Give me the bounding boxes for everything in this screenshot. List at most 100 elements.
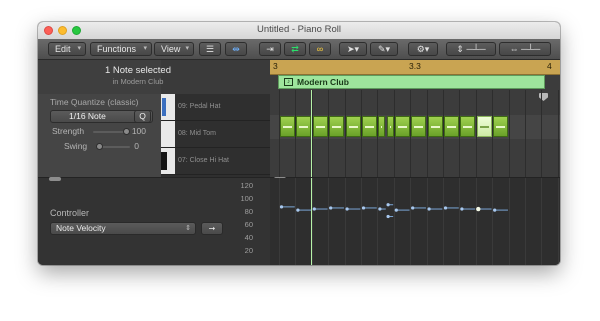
velocity-handle[interactable] — [460, 207, 464, 211]
settings-menu-button[interactable]: ⚙▾ — [408, 42, 438, 56]
link-button[interactable]: ∞ — [309, 42, 331, 56]
velocity-handle[interactable] — [386, 214, 390, 219]
velocity-handle[interactable] — [279, 205, 284, 209]
edit-menu-button[interactable]: Edit ▾ — [48, 42, 86, 56]
velocity-handle[interactable] — [312, 207, 316, 211]
view-menu-label: View — [161, 44, 181, 54]
horizontal-zoom-icon: ⇔ ─┴─ — [509, 44, 541, 54]
swing-label: Swing — [64, 141, 88, 151]
inspector-top: 1 Note selected in Modern Club Time Quan… — [38, 60, 171, 178]
controller-area: Controller Note Velocity ⇕ ➞ 120 100 80 … — [38, 177, 560, 265]
ruler-label-end: 4 — [547, 61, 552, 71]
pencil-tool-menu[interactable]: ✎▾ — [370, 42, 398, 56]
region-header[interactable]: ♪ Modern Club — [278, 75, 545, 89]
quantize-value: 1/16 Note — [69, 111, 106, 121]
velocity-plot[interactable] — [270, 178, 560, 265]
controller-selected: Note Velocity — [56, 223, 106, 233]
updown-chevron-icon: ⇕ — [185, 225, 191, 232]
catch-playhead-button[interactable]: ⇹ — [225, 42, 247, 56]
velocity-handle[interactable] — [296, 208, 300, 212]
note-velocity-bar — [381, 126, 382, 128]
arrow-right-icon: ➞ — [208, 224, 216, 233]
midi-note[interactable] — [460, 116, 475, 137]
midi-note[interactable] — [329, 116, 344, 137]
selection-title: 1 Note selected — [104, 65, 171, 76]
vertical-zoom-icon: ⇕ ─┴─ — [456, 44, 486, 54]
midi-note[interactable] — [387, 116, 394, 137]
chevron-down-icon: ▾ — [185, 45, 189, 52]
region-name: Modern Club — [297, 77, 349, 87]
selected-note[interactable] — [477, 116, 492, 137]
vertical-zoom-slider[interactable]: ⇕ ─┴─ — [446, 42, 496, 56]
key-row[interactable]: 09: Pedal Hat — [161, 94, 270, 121]
midi-note[interactable] — [444, 116, 459, 137]
note-velocity-bar — [283, 126, 292, 128]
piano-keyboard: 09: Pedal Hat 08: Mid Tom 07: Close Hi H… — [161, 94, 270, 177]
midi-out-button[interactable]: ⇄ — [284, 42, 306, 56]
midi-in-button[interactable]: ⇥ — [259, 42, 281, 56]
midi-note[interactable] — [378, 116, 385, 137]
controller-select[interactable]: Note Velocity ⇕ — [50, 222, 196, 235]
velocity-handle[interactable] — [443, 206, 448, 210]
midi-note[interactable] — [362, 116, 377, 137]
black-key[interactable] — [162, 98, 166, 116]
velocity-handle[interactable] — [493, 208, 497, 212]
key-row[interactable]: 08: Mid Tom — [161, 121, 270, 148]
velocity-tick: 80 — [244, 207, 253, 216]
bar-ruler[interactable]: 3 3.3 4 — [270, 60, 560, 75]
velocity-handle[interactable] — [345, 207, 349, 211]
controller-forward-button[interactable]: ➞ — [201, 222, 223, 235]
grid-line — [558, 90, 559, 177]
velocity-lane[interactable] — [270, 178, 560, 265]
key-label: 08: Mid Tom — [178, 130, 216, 137]
strength-label: Strength — [52, 126, 85, 136]
playhead-line[interactable] — [311, 90, 312, 177]
pointer-tool-menu[interactable]: ➤▾ — [339, 42, 367, 56]
velocity-handle[interactable] — [427, 207, 431, 211]
gear-icon: ⚙▾ — [416, 44, 430, 54]
horizontal-zoom-slider[interactable]: ⇔ ─┴─ — [499, 42, 551, 56]
functions-menu-button[interactable]: Functions ▾ — [90, 42, 152, 56]
note-grid[interactable]: 3 3.3 4 ♪ Modern Club — [270, 60, 560, 177]
quantize-button[interactable]: Q — [134, 110, 151, 123]
velocity-handle[interactable] — [411, 206, 415, 210]
list-view-button[interactable]: ☰ — [199, 42, 221, 56]
velocity-handle[interactable] — [378, 207, 382, 211]
note-velocity-bar — [447, 126, 456, 128]
velocity-handle[interactable] — [361, 206, 366, 210]
midi-note[interactable] — [493, 116, 508, 137]
note-velocity-bar — [463, 126, 472, 128]
ruler-label-start: 3 — [273, 61, 278, 71]
key-row[interactable]: 07: Close Hi Hat — [161, 148, 270, 175]
midi-note[interactable] — [280, 116, 295, 137]
velocity-handle[interactable] — [329, 206, 333, 210]
chevron-down-icon: ▾ — [77, 45, 81, 52]
selected-velocity-handle[interactable] — [476, 206, 481, 212]
swing-slider-knob[interactable] — [96, 143, 103, 150]
view-menu-button[interactable]: View ▾ — [154, 42, 194, 56]
note-velocity-bar — [496, 126, 505, 128]
midi-note[interactable] — [296, 116, 311, 137]
velocity-tick: 20 — [244, 246, 253, 255]
link-icon: ∞ — [316, 44, 324, 54]
grid-line — [541, 90, 542, 177]
piano-roll-window: Untitled - Piano Roll Edit ▾ Functions ▾… — [38, 22, 560, 265]
midi-note[interactable] — [395, 116, 410, 137]
midi-note[interactable] — [428, 116, 443, 137]
chevron-down-icon: ▾ — [143, 45, 147, 52]
horizontal-scrollbar-left[interactable] — [49, 177, 61, 181]
pointer-tool-icon: ➤▾ — [346, 44, 360, 54]
midi-note[interactable] — [411, 116, 426, 137]
controller-label: Controller — [50, 208, 90, 218]
grid-line — [509, 90, 510, 177]
swing-value: 0 — [134, 141, 139, 151]
note-velocity-bar — [480, 126, 489, 128]
white-key[interactable] — [161, 121, 175, 147]
black-key[interactable] — [161, 152, 167, 170]
midi-note[interactable] — [346, 116, 361, 137]
note-velocity-bar — [299, 126, 308, 128]
velocity-handle[interactable] — [386, 203, 390, 207]
velocity-handle[interactable] — [394, 208, 398, 212]
strength-slider-track[interactable] — [93, 131, 127, 133]
midi-note[interactable] — [313, 116, 328, 137]
